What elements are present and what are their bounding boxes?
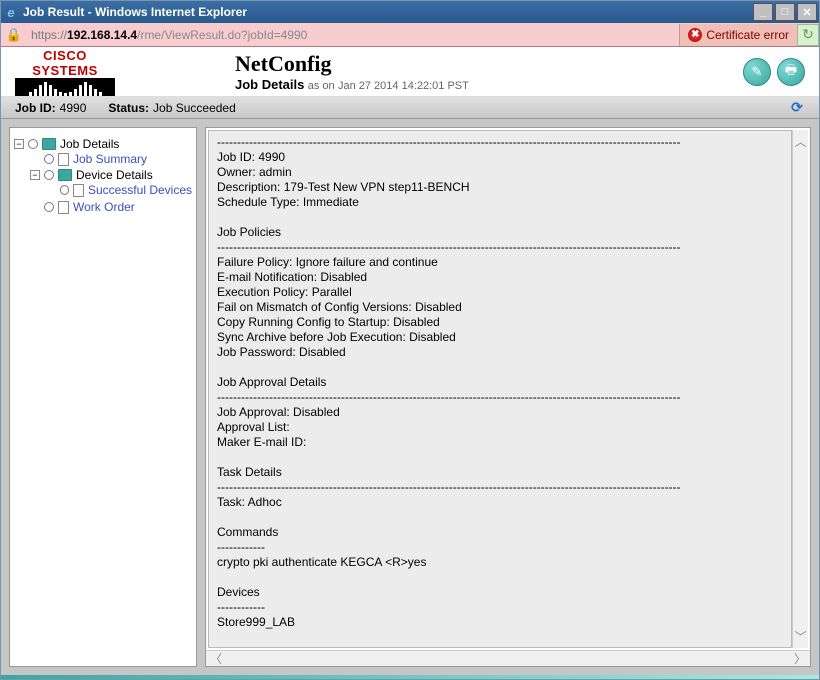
window-title: Job Result - Windows Internet Explorer [23,5,753,19]
radio-icon[interactable] [44,170,54,180]
address-bar-row: 🔒 https:// 192.168.14.4 /rme/ViewResult.… [1,23,819,47]
certificate-error-button[interactable]: ✖ Certificate error [679,24,797,46]
cisco-logo-text: CISCO SYSTEMS [15,48,115,78]
url-host: 192.168.14.4 [67,28,137,42]
tree-label-job-details: Job Details [60,137,119,151]
radio-icon[interactable] [44,202,54,212]
body-row: − Job Details Job Summa [1,119,819,675]
page-header: CISCO SYSTEMS NetConfig Job Details as o… [1,47,819,97]
radio-icon[interactable] [28,139,38,149]
minimize-button[interactable]: _ [753,3,773,21]
scroll-down-icon[interactable]: ﹀ [794,628,806,645]
close-button[interactable]: ✕ [797,3,817,21]
folder-icon [42,138,56,150]
tree-node-work-order[interactable]: Work Order [30,200,192,214]
address-bar[interactable]: https:// 192.168.14.4 /rme/ViewResult.do… [27,26,679,44]
tree-node-device-details[interactable]: − Device Details [30,168,192,182]
tree-label-device-details: Device Details [76,168,153,182]
app-name: NetConfig [235,51,743,77]
details-content: ----------------------------------------… [208,130,792,648]
page-icon [58,201,69,214]
ie-icon: e [3,4,19,20]
status-value: Job Succeeded [153,101,236,115]
expander-icon[interactable]: − [14,139,24,149]
status-label: Status: [108,101,149,115]
radio-icon[interactable] [44,154,54,164]
url-protocol: https:// [31,28,67,42]
tree-node-job-summary[interactable]: Job Summary [30,152,192,166]
tree-link-work-order[interactable]: Work Order [73,200,135,214]
app-title-block: NetConfig Job Details as on Jan 27 2014 … [115,51,743,92]
tree-link-successful[interactable]: Successful Devices [88,183,192,197]
cisco-bars-icon [15,78,115,96]
subtitle-timestamp: Jan 27 2014 14:22:01 PST [338,80,469,92]
job-id-value: 4990 [60,101,87,115]
page-icon [73,184,84,197]
scroll-right-icon[interactable]: 〉 [794,650,806,667]
titlebar: e Job Result - Windows Internet Explorer… [1,1,819,23]
maximize-button[interactable]: □ [775,3,795,21]
url-path: /rme/ViewResult.do?jobId=4990 [137,28,307,42]
lock-icon: 🔒 [3,25,25,45]
horizontal-scrollbar[interactable]: 〈 〉 [206,650,810,666]
navigation-tree: − Job Details Job Summa [9,127,197,667]
job-info-bar: Job ID: 4990 Status: Job Succeeded ⟳ [1,97,819,119]
details-panel: ----------------------------------------… [205,127,811,667]
page-content: CISCO SYSTEMS NetConfig Job Details as o… [1,47,819,679]
header-actions: ✎ 🖶 [743,58,805,86]
scroll-up-icon[interactable]: ︿ [794,133,806,150]
edit-button[interactable]: ✎ [743,58,771,86]
subtitle-main: Job Details [235,77,304,92]
tree-node-job-details[interactable]: − Job Details [14,137,192,151]
app-subtitle: Job Details as on Jan 27 2014 14:22:01 P… [235,77,743,92]
tree-link-job-summary[interactable]: Job Summary [73,152,147,166]
browser-window: e Job Result - Windows Internet Explorer… [0,0,820,680]
refresh-icon[interactable]: ⟳ [789,100,805,116]
tree-node-successful-devices[interactable]: Successful Devices [46,183,192,197]
cisco-logo: CISCO SYSTEMS [15,48,115,96]
window-controls: _ □ ✕ [753,3,817,21]
page-icon [58,153,69,166]
vertical-scrollbar[interactable]: ︿ ﹀ [792,130,808,648]
expander-icon[interactable]: − [30,170,40,180]
cert-error-icon: ✖ [688,28,702,42]
subtitle-prefix: as on [308,80,335,92]
scroll-left-icon[interactable]: 〈 [210,650,222,667]
folder-icon [58,169,72,181]
print-button[interactable]: 🖶 [777,58,805,86]
compat-view-button[interactable]: ↻ [797,24,819,46]
job-id-label: Job ID: [15,101,56,115]
cert-error-label: Certificate error [706,28,789,42]
footer-divider [1,675,819,679]
radio-icon[interactable] [60,185,70,195]
